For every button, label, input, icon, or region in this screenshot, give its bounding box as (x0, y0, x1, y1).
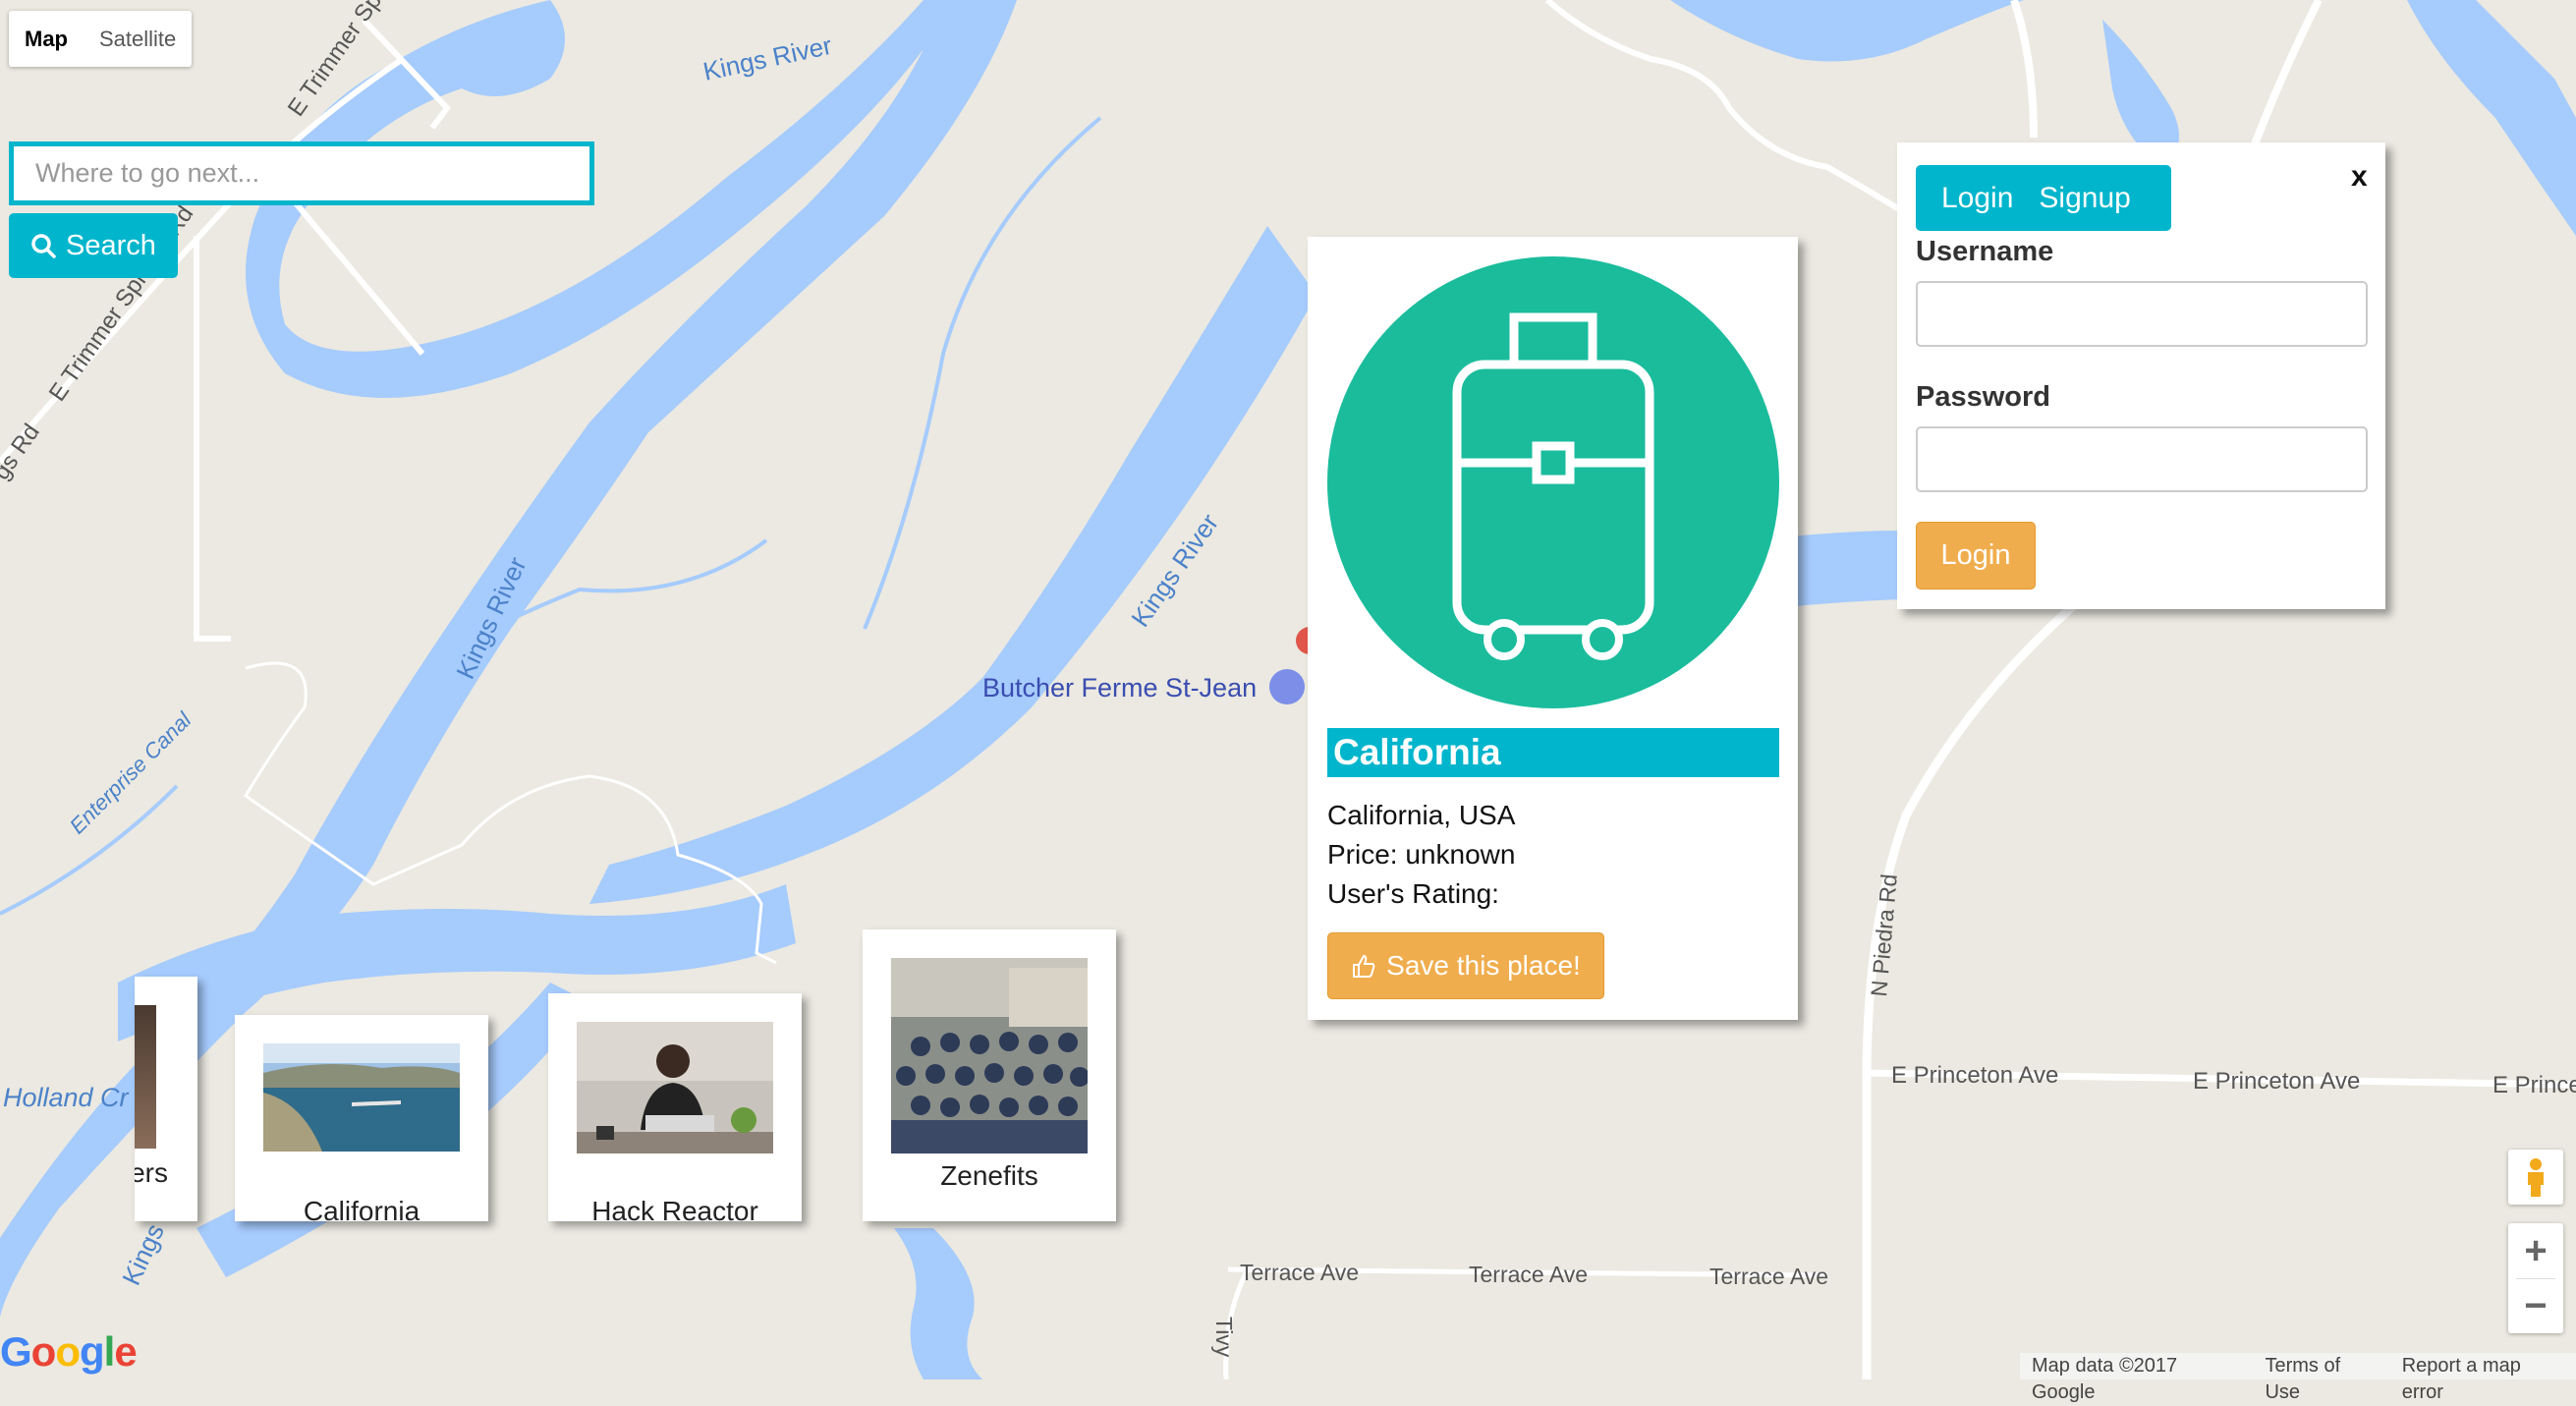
place-thumbnail (135, 1005, 156, 1149)
terms-link[interactable]: Terms of Use (2253, 1353, 2389, 1403)
map-data-text: Map data ©2017 Google (2032, 1355, 2178, 1403)
password-field[interactable] (1916, 426, 2368, 492)
place-card[interactable]: Zenefits (863, 929, 1116, 1221)
place-detail-card: California California, USA Price: unknow… (1308, 237, 1798, 1020)
creek-label: Holland Cr (3, 1083, 130, 1112)
place-rating: User's Rating: (1327, 878, 1499, 909)
place-card-label: ers (135, 1157, 168, 1188)
zoom-in-button[interactable]: + (2508, 1223, 2563, 1278)
password-label: Password (1916, 381, 2050, 413)
place-thumbnail (263, 1043, 460, 1152)
poi-label: Butcher Ferme St-Jean (982, 673, 1257, 703)
google-logo: Google (0, 1328, 138, 1375)
place-price: Price: unknown (1327, 839, 1516, 870)
road-label: E Princeton Ave (2193, 1068, 2360, 1095)
search-button[interactable]: Search (9, 213, 178, 278)
search-button-label: Search (66, 229, 156, 261)
login-button[interactable]: Login (1916, 522, 2036, 590)
username-label: Username (1916, 236, 2054, 267)
place-card[interactable]: California (235, 1015, 488, 1226)
map-type-control: Map Satellite (9, 11, 193, 67)
place-title: California (1327, 728, 1779, 777)
auth-panel: Login Signup x Username Password Login (1897, 142, 2385, 609)
luggage-icon (1327, 256, 1779, 708)
auth-tabs: Login Signup (1916, 165, 2171, 231)
place-card-label: Zenefits (940, 1160, 1038, 1191)
road-label: Terrace Ave (1240, 1260, 1359, 1285)
tab-login[interactable]: Login (1916, 165, 2013, 231)
map-type-satellite-button[interactable]: Satellite (84, 11, 192, 67)
place-card[interactable]: ers (135, 977, 197, 1221)
place-card-label: Hack Reactor (591, 1196, 758, 1226)
username-field[interactable] (1916, 281, 2368, 347)
report-error-link[interactable]: Report a map error (2390, 1353, 2576, 1403)
place-thumbnail (891, 958, 1088, 1153)
place-card-label: California (303, 1196, 420, 1226)
close-button[interactable]: x (2351, 160, 2368, 194)
road-label: Tivy (1211, 1317, 1237, 1358)
place-card[interactable]: Hack Reactor (548, 993, 802, 1226)
thumbs-up-icon (1353, 954, 1375, 978)
pegman-icon (2528, 1158, 2544, 1197)
road-label: E Prince (2492, 1072, 2576, 1098)
zoom-out-button[interactable]: − (2508, 1278, 2563, 1333)
tab-signup[interactable]: Signup (2013, 165, 2130, 231)
road-label: Terrace Ave (1469, 1262, 1588, 1287)
map-attribution: Map data ©2017 Google Terms of Use Repor… (2020, 1353, 2576, 1403)
search-icon (31, 234, 56, 258)
place-thumbnail (577, 1022, 773, 1153)
place-location: California, USA (1327, 800, 1516, 830)
save-place-label: Save this place! (1386, 950, 1581, 981)
map-type-map-button[interactable]: Map (9, 11, 84, 67)
zoom-control: + − (2508, 1223, 2563, 1333)
street-view-pegman[interactable] (2508, 1150, 2563, 1205)
road-label: Terrace Ave (1709, 1264, 1828, 1289)
search-input[interactable] (9, 141, 594, 205)
road-label: E Princeton Ave (1891, 1062, 2058, 1089)
save-place-button[interactable]: Save this place! (1327, 932, 1604, 999)
